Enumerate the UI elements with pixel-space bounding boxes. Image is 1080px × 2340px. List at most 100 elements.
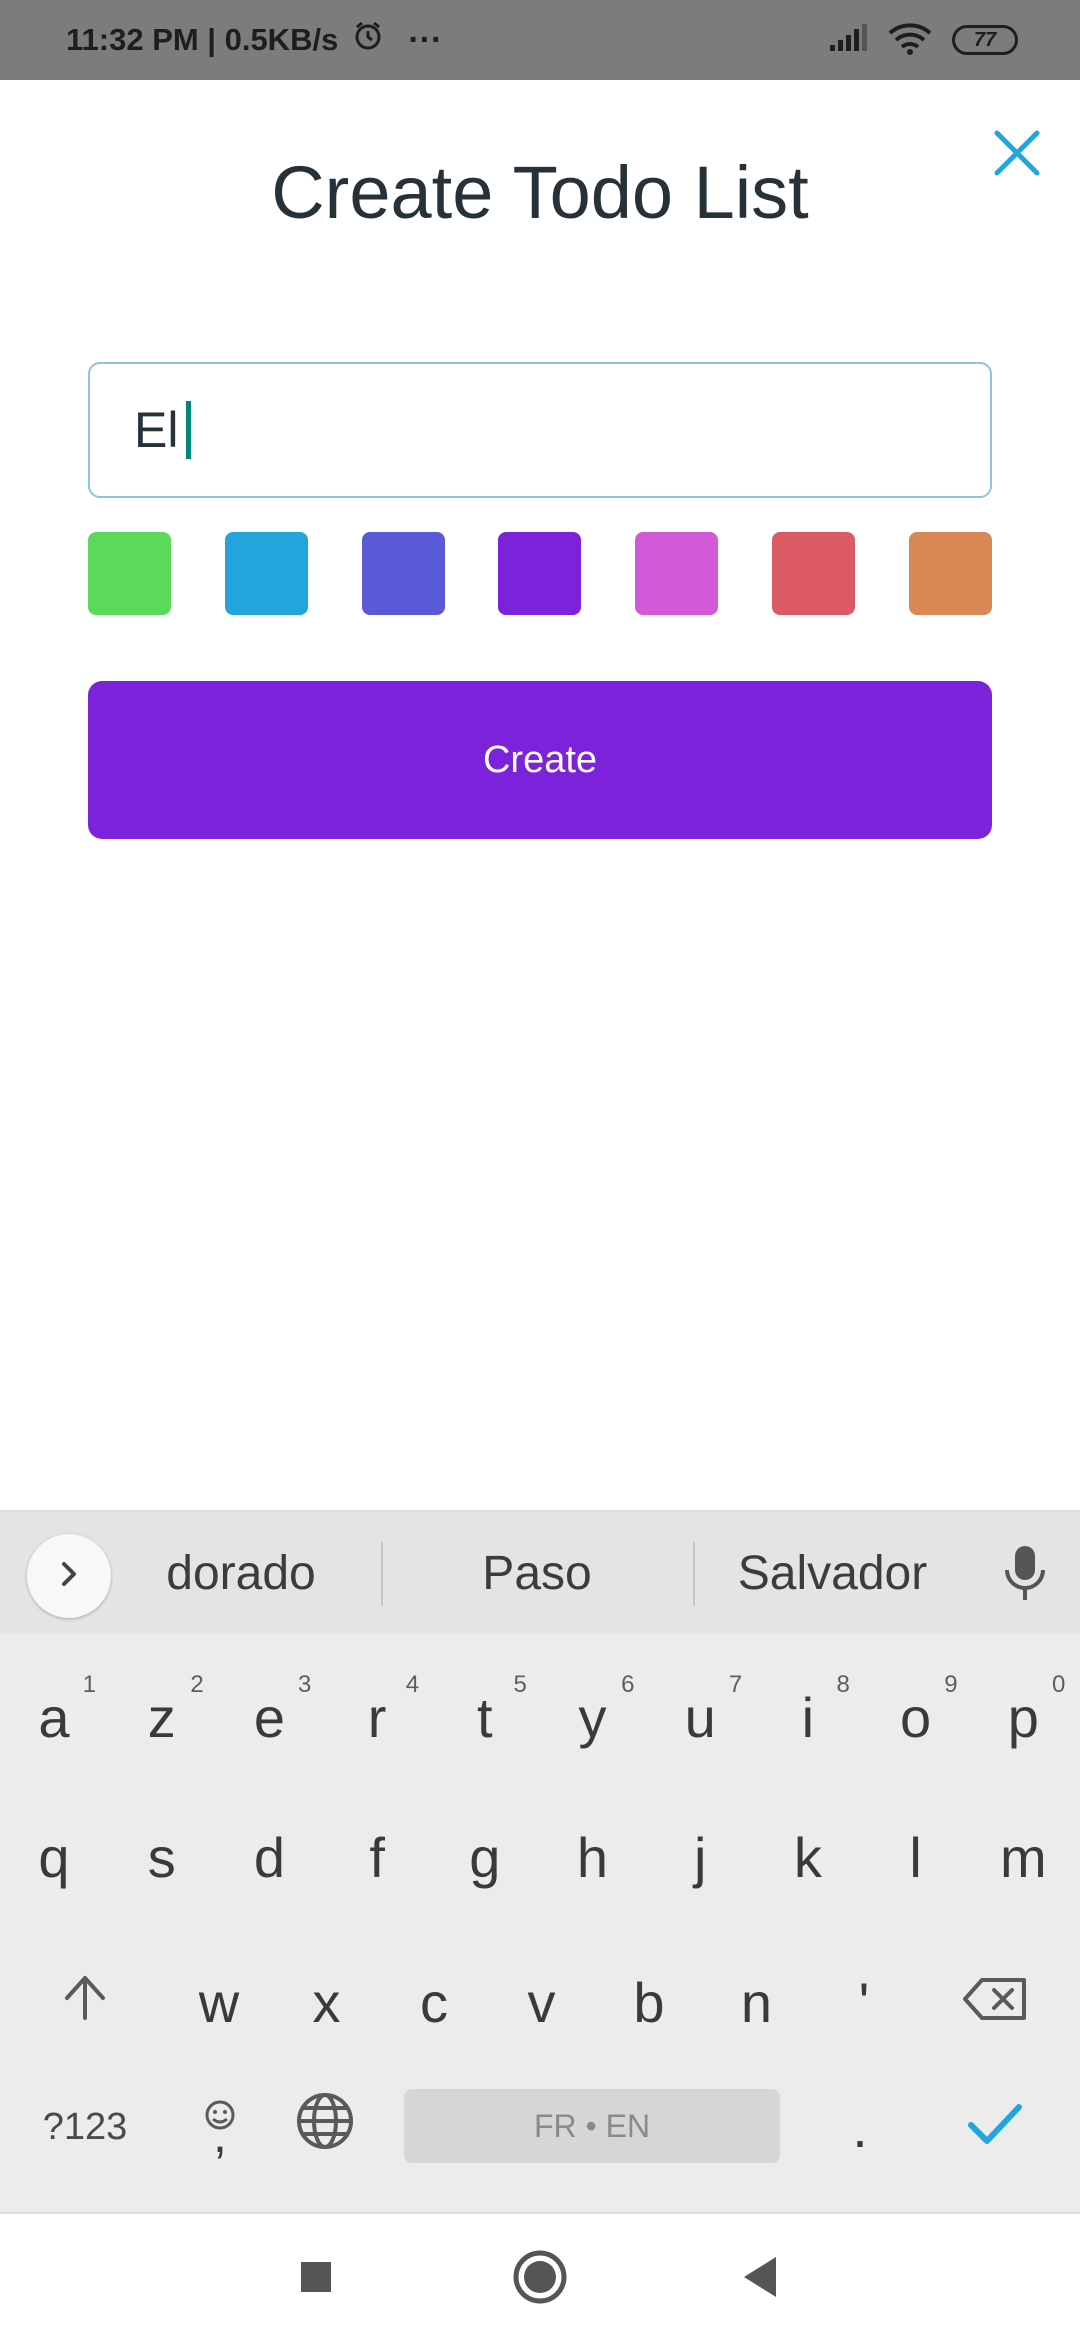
comma-label: ,	[213, 2107, 227, 2163]
color-swatch-red[interactable]	[772, 532, 856, 615]
key-label: t	[477, 1685, 493, 1749]
expand-toolbar-button[interactable]	[27, 1534, 111, 1618]
space-key-label: FR • EN	[533, 2107, 651, 2144]
shift-icon	[62, 1970, 108, 2035]
key-l[interactable]: l	[862, 1797, 970, 1917]
key-h[interactable]: h	[539, 1797, 647, 1917]
symbols-key[interactable]: ?123	[25, 2072, 145, 2182]
key-t[interactable]: t5	[431, 1657, 539, 1777]
recents-square-icon	[299, 2260, 333, 2299]
close-button[interactable]	[982, 120, 1052, 190]
key-v[interactable]: v	[488, 1942, 596, 2062]
key-i[interactable]: i8	[754, 1657, 862, 1777]
key-y[interactable]: y6	[539, 1657, 647, 1777]
key-k[interactable]: k	[754, 1797, 862, 1917]
suggestion-bar: dorado Paso Salvador	[0, 1512, 1080, 1634]
key-label: k	[793, 1825, 822, 1889]
key-label: v	[527, 1970, 556, 2034]
period-key[interactable]: .	[820, 2072, 900, 2182]
backspace-icon	[962, 1970, 1028, 2035]
key-d[interactable]: d	[215, 1797, 323, 1917]
key-x[interactable]: x	[273, 1942, 381, 2062]
key-f[interactable]: f	[323, 1797, 431, 1917]
key-o[interactable]: o9	[862, 1657, 970, 1777]
create-button-label: Create	[482, 738, 598, 781]
color-swatch-orange[interactable]	[908, 532, 992, 615]
signal-icon	[828, 23, 868, 58]
suggestion-2[interactable]: Paso	[408, 1512, 666, 1634]
key-label: d	[253, 1825, 285, 1889]
key-label: l	[909, 1825, 922, 1889]
key-a[interactable]: a1	[0, 1657, 108, 1777]
status-left: 11:32 PM | 0.5KB/s ···	[66, 20, 442, 60]
suggestion-1[interactable]: dorado	[130, 1512, 352, 1634]
key-hint: 7	[728, 1671, 743, 1698]
status-time-speed: 11:32 PM | 0.5KB/s	[66, 22, 339, 57]
key-p[interactable]: p0	[969, 1657, 1077, 1777]
home-button[interactable]	[500, 2244, 580, 2314]
back-button[interactable]	[720, 2244, 800, 2314]
key-label: j	[693, 1825, 707, 1889]
space-key[interactable]: FR • EN	[404, 2089, 780, 2163]
key-label: c	[420, 1970, 448, 2034]
create-button[interactable]: Create	[88, 681, 992, 839]
key-label: b	[633, 1970, 665, 2034]
key-label: f	[369, 1825, 385, 1889]
key-s[interactable]: s	[108, 1797, 216, 1917]
todo-list-name-input[interactable]: El	[88, 362, 992, 498]
mic-icon[interactable]	[995, 1542, 1055, 1611]
key-n[interactable]: n	[703, 1942, 811, 2062]
shift-key[interactable]	[40, 1942, 130, 2062]
key-label: x	[312, 1970, 341, 2034]
color-swatch-blue[interactable]	[224, 532, 308, 615]
battery-icon: 77	[952, 25, 1018, 55]
key-e[interactable]: e3	[215, 1657, 323, 1777]
key-c[interactable]: c	[380, 1942, 488, 2062]
key-z[interactable]: z2	[108, 1657, 216, 1777]
key-b[interactable]: b	[595, 1942, 703, 2062]
key-hint: 6	[621, 1671, 635, 1698]
key-label: a	[38, 1685, 70, 1749]
emoji-comma-key[interactable]: ,	[180, 2072, 260, 2182]
key-m[interactable]: m	[969, 1797, 1077, 1917]
home-circle-icon	[512, 2249, 568, 2310]
color-swatch-green[interactable]	[88, 532, 171, 615]
key-r[interactable]: r4	[323, 1657, 431, 1777]
done-key[interactable]	[940, 2072, 1050, 2182]
key-hint: 4	[405, 1671, 420, 1698]
key-label: p	[1007, 1685, 1039, 1749]
status-bar: 11:32 PM | 0.5KB/s ··· 77	[0, 0, 1080, 80]
color-swatch-pink[interactable]	[635, 532, 719, 615]
key-hint: 3	[298, 1671, 312, 1698]
suggestion-divider	[381, 1542, 383, 1606]
language-key[interactable]	[280, 2072, 370, 2182]
input-value: El	[134, 402, 179, 458]
soft-keyboard: dorado Paso Salvador a1z2e3r4t5y6u7i8o9p…	[0, 1510, 1080, 2212]
key-label: o	[900, 1685, 932, 1749]
color-swatch-purple[interactable]	[498, 532, 582, 615]
globe-icon	[295, 2091, 355, 2164]
key-label: i	[801, 1685, 815, 1749]
color-swatch-indigo[interactable]	[361, 532, 445, 615]
key-hint: 8	[836, 1671, 850, 1698]
key-apostrophe[interactable]: '	[810, 1942, 918, 2062]
status-right: 77	[828, 21, 1018, 60]
key-g[interactable]: g	[431, 1797, 539, 1917]
key-label: q	[38, 1825, 70, 1889]
key-j[interactable]: j	[646, 1797, 754, 1917]
page-title: Create Todo List	[271, 151, 809, 234]
wifi-icon	[888, 21, 932, 60]
key-w[interactable]: w	[165, 1942, 273, 2062]
battery-level: 77	[973, 28, 997, 51]
key-hint: 5	[513, 1671, 527, 1698]
color-picker	[88, 532, 992, 615]
key-u[interactable]: u7	[646, 1657, 754, 1777]
suggestion-3[interactable]: Salvador	[720, 1512, 945, 1634]
backspace-key[interactable]	[950, 1942, 1040, 2062]
recents-button[interactable]	[276, 2244, 356, 2314]
alarm-icon	[352, 20, 384, 60]
key-q[interactable]: q	[0, 1797, 108, 1917]
navigation-bar	[0, 2212, 1080, 2340]
key-hint: 2	[190, 1671, 204, 1698]
close-icon	[992, 128, 1042, 183]
